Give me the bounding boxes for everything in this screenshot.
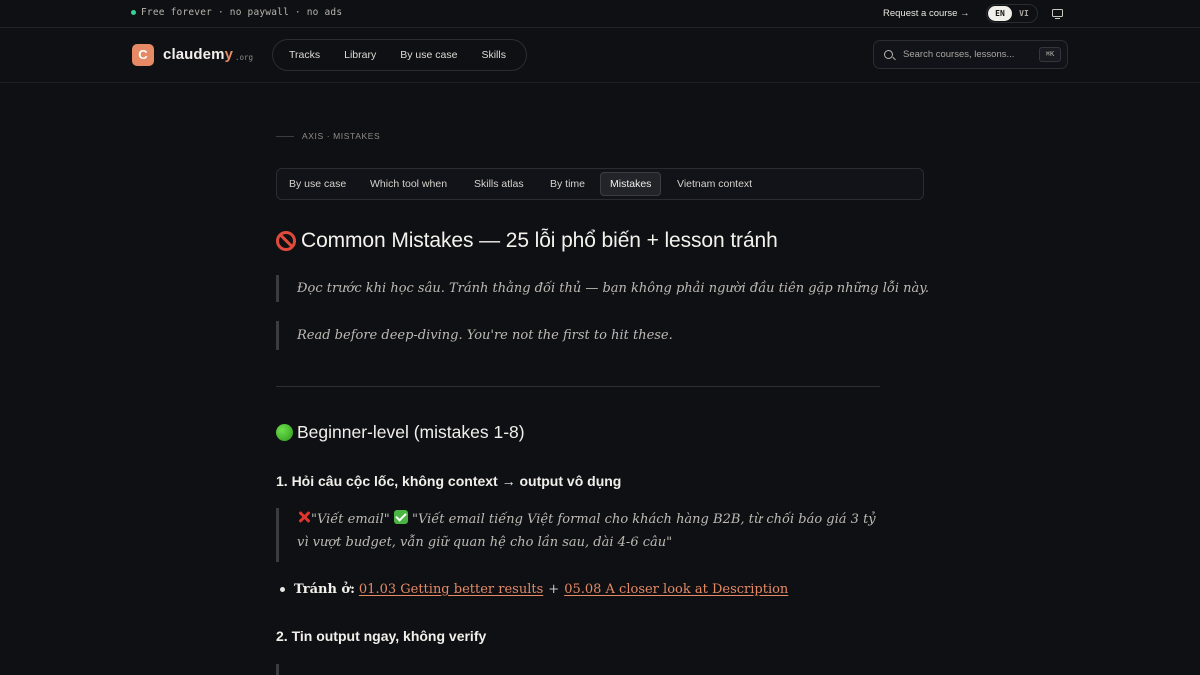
tab-mistakes[interactable]: Mistakes (600, 172, 662, 196)
logo-icon[interactable]: C (132, 44, 154, 66)
plus-separator: + (548, 582, 560, 597)
mistake-2-quote-border (276, 664, 279, 675)
page-title-text: Common Mistakes — 25 lỗi phổ biến + less… (301, 229, 778, 252)
page-title: Common Mistakes — 25 lỗi phổ biến + less… (276, 229, 778, 253)
eyebrow-label: AXIS · MISTAKES (302, 131, 381, 141)
top-announcement-bar: Free forever · no paywall · no ads Reque… (0, 0, 1200, 28)
tab-skills-atlas[interactable]: Skills atlas (465, 172, 533, 196)
intro-quote-en: Read before deep-diving. You're not the … (276, 321, 673, 350)
search-shortcut-badge: ⌘K (1039, 47, 1061, 62)
search-box[interactable]: Search courses, lessons... ⌘K (873, 40, 1068, 69)
list-item: Tránh ở: 01.03 Getting better results + … (280, 582, 788, 597)
check-mark-icon (393, 510, 408, 524)
tab-which-tool-when[interactable]: Which tool when (361, 172, 456, 196)
nav-skills[interactable]: Skills (481, 49, 506, 61)
main-navbar: C claudemy .org Tracks Library By use ca… (0, 28, 1200, 83)
bad-example: "Viết email" (311, 512, 390, 527)
lang-vi-button[interactable]: VI (1012, 6, 1036, 21)
status-dot-icon (131, 10, 136, 15)
tab-vietnam-context[interactable]: Vietnam context (668, 172, 761, 196)
axis-tabs: By use case Which tool when Skills atlas… (276, 168, 924, 200)
mistake-1-example: "Viết email" "Viết email tiếng Việt form… (276, 508, 886, 562)
tab-by-use-case[interactable]: By use case (280, 172, 355, 196)
tab-by-time[interactable]: By time (541, 172, 594, 196)
no-entry-icon (276, 231, 296, 251)
monitor-icon[interactable] (1052, 9, 1063, 20)
avoid-label: Tránh ở: (294, 582, 355, 597)
mistake-2-heading: 2. Tin output ngay, không verify (276, 628, 487, 644)
language-toggle[interactable]: EN VI (986, 4, 1038, 23)
logo-name-accent: y (224, 46, 234, 63)
section-heading: Beginner-level (mistakes 1-8) (276, 422, 525, 443)
request-course-link[interactable]: Request a course → (883, 8, 970, 19)
section-heading-text: Beginner-level (mistakes 1-8) (297, 422, 525, 442)
green-circle-icon (276, 424, 293, 441)
search-input[interactable]: Search courses, lessons... (903, 49, 1014, 60)
search-icon (884, 50, 893, 59)
logo-suffix: .org (235, 53, 254, 62)
nav-library[interactable]: Library (344, 49, 376, 61)
intro-quote-vi: Đọc trước khi học sâu. Tránh thằng đối t… (276, 275, 929, 302)
lesson-link-05-08[interactable]: 05.08 A closer look at Description (564, 582, 788, 597)
nav-tracks[interactable]: Tracks (289, 49, 320, 61)
logo-name: claudem (163, 46, 225, 63)
logo-wordmark[interactable]: claudemy (163, 46, 233, 63)
eyebrow-rule (276, 135, 294, 137)
tagline-text: Free forever · no paywall · no ads (141, 7, 343, 18)
lesson-link-01-03[interactable]: 01.03 Getting better results (359, 582, 543, 597)
bullet-disc (280, 587, 285, 592)
nav-by-use-case[interactable]: By use case (400, 49, 457, 61)
divider (276, 386, 880, 387)
breadcrumb: AXIS · MISTAKES (276, 131, 380, 141)
primary-nav: Tracks Library By use case Skills (272, 39, 527, 71)
cross-mark-icon (297, 510, 311, 524)
mistake-1-heading: 1. Hỏi câu cộc lốc, không context → outp… (276, 473, 622, 489)
tagline: Free forever · no paywall · no ads (131, 7, 342, 18)
lang-en-button[interactable]: EN (988, 6, 1012, 21)
